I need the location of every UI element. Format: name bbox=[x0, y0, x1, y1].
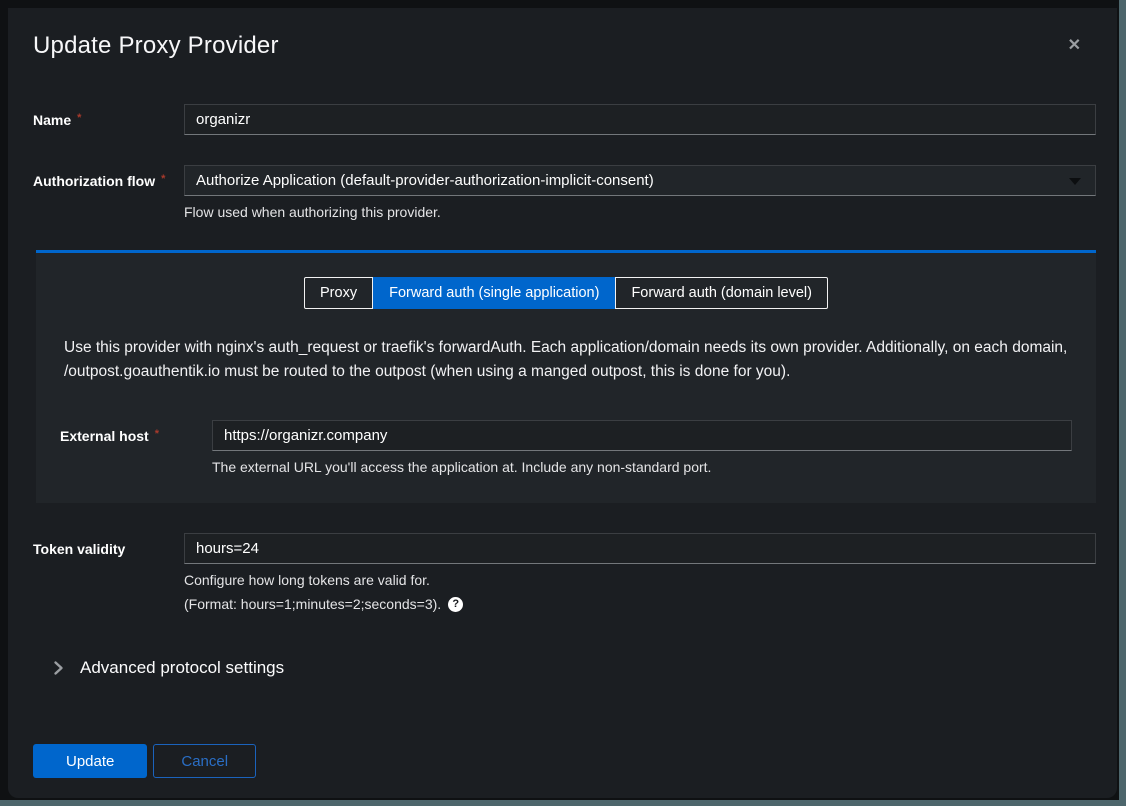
advanced-protocol-settings-toggle[interactable]: Advanced protocol settings bbox=[33, 658, 1096, 678]
page-background: Update Proxy Provider ✕ Name* Authorizat… bbox=[0, 0, 1119, 800]
external-host-label: External host* bbox=[60, 420, 212, 475]
chevron-right-icon bbox=[53, 660, 64, 676]
tab-proxy[interactable]: Proxy bbox=[304, 277, 373, 309]
proxy-mode-card: Proxy Forward auth (single application) … bbox=[36, 250, 1096, 503]
close-icon[interactable]: ✕ bbox=[1068, 38, 1081, 54]
name-input[interactable] bbox=[184, 104, 1096, 135]
token-validity-input[interactable] bbox=[184, 533, 1096, 564]
proxy-mode-toggle-group: Proxy Forward auth (single application) … bbox=[60, 277, 1072, 309]
authorization-flow-select[interactable]: Authorize Application (default-provider-… bbox=[184, 165, 1096, 196]
name-field-row: Name* bbox=[33, 104, 1096, 135]
token-validity-format-helper: (Format: hours=1;minutes=2;seconds=3). ? bbox=[184, 596, 1096, 612]
chevron-down-icon bbox=[1069, 178, 1081, 185]
cancel-button[interactable]: Cancel bbox=[153, 744, 256, 778]
token-validity-label: Token validity bbox=[33, 533, 184, 612]
update-button[interactable]: Update bbox=[33, 744, 147, 778]
authorization-flow-row: Authorization flow* Authorize Applicatio… bbox=[33, 165, 1096, 220]
authorization-flow-selected-value: Authorize Application (default-provider-… bbox=[196, 172, 654, 189]
authorization-flow-label: Authorization flow* bbox=[33, 165, 184, 220]
modal-footer: Update Cancel bbox=[33, 744, 1096, 778]
name-label: Name* bbox=[33, 104, 184, 135]
required-marker: * bbox=[161, 173, 165, 185]
update-proxy-provider-modal: Update Proxy Provider ✕ Name* Authorizat… bbox=[8, 8, 1117, 798]
mode-description: Use this provider with nginx's auth_requ… bbox=[64, 336, 1072, 384]
authorization-flow-helper: Flow used when authorizing this provider… bbox=[184, 204, 1096, 220]
required-marker: * bbox=[77, 112, 81, 124]
tab-forward-auth-single-application[interactable]: Forward auth (single application) bbox=[373, 277, 615, 309]
external-host-input[interactable] bbox=[212, 420, 1072, 451]
modal-title: Update Proxy Provider bbox=[33, 32, 1096, 60]
required-marker: * bbox=[155, 428, 159, 440]
question-circle-icon[interactable]: ? bbox=[448, 597, 463, 612]
tab-forward-auth-domain-level[interactable]: Forward auth (domain level) bbox=[615, 277, 828, 309]
advanced-protocol-settings-label: Advanced protocol settings bbox=[80, 658, 284, 678]
external-host-row: External host* The external URL you'll a… bbox=[60, 420, 1072, 475]
external-host-helper: The external URL you'll access the appli… bbox=[212, 459, 1072, 475]
token-validity-helper: Configure how long tokens are valid for. bbox=[184, 572, 1096, 588]
token-validity-row: Token validity Configure how long tokens… bbox=[33, 533, 1096, 612]
